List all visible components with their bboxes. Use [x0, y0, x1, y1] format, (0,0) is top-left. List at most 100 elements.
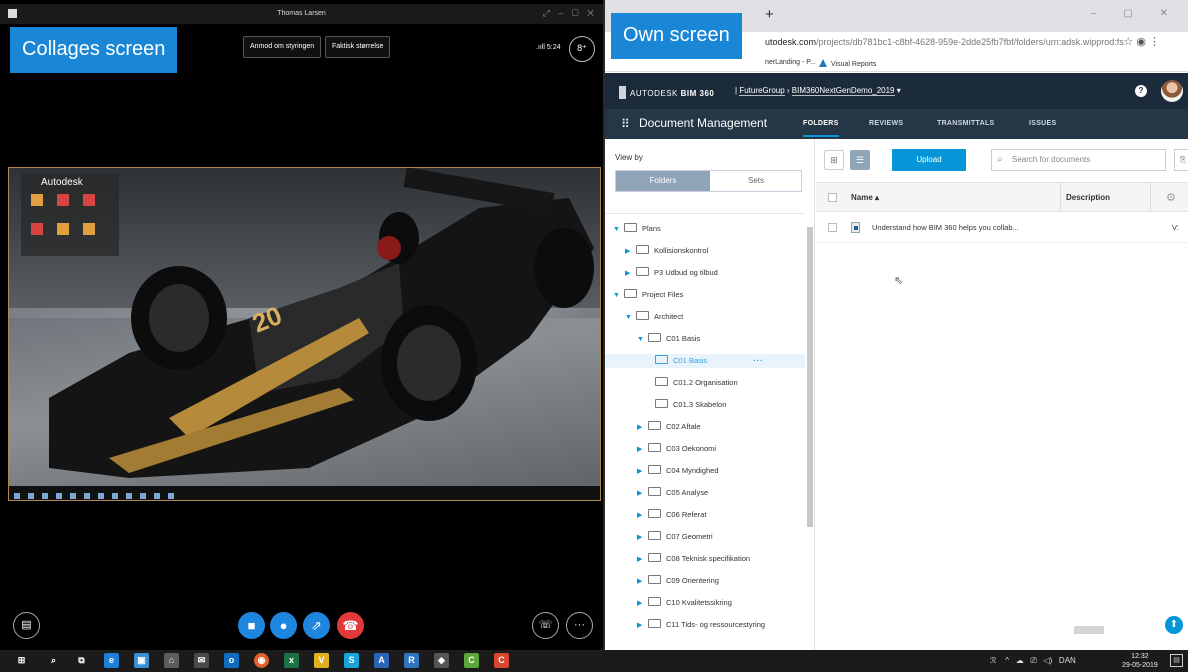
- module-switcher-icon[interactable]: ⠿: [621, 117, 630, 131]
- search-input[interactable]: ⌕ Search for documents: [991, 149, 1166, 171]
- autodesk-logo-icon: [619, 86, 626, 99]
- table-row[interactable]: Understand how BIM 360 helps you collab.…: [816, 213, 1188, 243]
- skype-titlebar: Thomas Larsen ⤢ – ▢ ✕: [0, 4, 603, 24]
- notifications-icon[interactable]: ▤: [1170, 654, 1183, 667]
- view-by-label: View by: [615, 153, 643, 162]
- help-icon[interactable]: ?: [1135, 85, 1147, 97]
- tree-node-c06[interactable]: ▶ C06 Referat: [637, 508, 706, 522]
- autodesk-a-icon[interactable]: A: [374, 653, 389, 668]
- store-icon[interactable]: ⌂: [164, 653, 179, 668]
- search-icon[interactable]: ⌕: [46, 653, 61, 668]
- participants-icon[interactable]: 8⁺: [569, 36, 595, 62]
- view-sets-button[interactable]: Sets: [710, 171, 802, 191]
- file-explorer-icon[interactable]: ▣: [134, 653, 149, 668]
- mouse-cursor-icon: ⇖: [894, 275, 904, 287]
- bookmark-star-icon[interactable]: ☆ ◉ ⋮: [1123, 35, 1160, 48]
- c-green-icon[interactable]: C: [464, 653, 479, 668]
- horizontal-scrollbar[interactable]: [1074, 626, 1104, 634]
- desktop-icons[interactable]: [27, 190, 107, 248]
- tree-node-c02[interactable]: ▶ C02 Aftale: [637, 420, 701, 434]
- bookmark-landing[interactable]: nerLanding - P...: [765, 59, 816, 66]
- row-checkbox[interactable]: [828, 223, 837, 232]
- tree-node-c11[interactable]: ▶ C11 Tids- og ressourcestyring: [637, 618, 765, 632]
- tree-node-c01-basis[interactable]: ▼ C01 Basis: [637, 332, 700, 346]
- excel-icon[interactable]: x: [284, 653, 299, 668]
- new-tab-icon[interactable]: +: [765, 6, 774, 23]
- vectorworks-icon[interactable]: V: [314, 653, 329, 668]
- tree-node-c01-3[interactable]: C01.3 Skabelon: [652, 398, 726, 412]
- folder-icon: [655, 355, 668, 364]
- own-screen-label: Own screen: [611, 13, 742, 59]
- project-breadcrumb[interactable]: | FutureGroup › BIM360NextGenDemo_2019 ▾: [735, 86, 901, 96]
- tree-node-architect[interactable]: ▼ Architect: [625, 310, 683, 324]
- tree-node-c07[interactable]: ▶ C07 Geometri: [637, 530, 713, 544]
- view-folders-button[interactable]: Folders: [616, 171, 710, 191]
- tree-node-plans[interactable]: ▼ Plans: [613, 222, 661, 236]
- list-view-icon[interactable]: ☰: [850, 150, 870, 170]
- share-screen-icon[interactable]: ⇗: [303, 612, 330, 639]
- folder-icon: [648, 619, 661, 628]
- windows-start-icon[interactable]: ⊞: [14, 653, 29, 668]
- tree-node-c09[interactable]: ▶ C09 Orientering: [637, 574, 719, 588]
- tab-folders[interactable]: FOLDERS: [803, 120, 839, 137]
- tree-node-p3[interactable]: ▶ P3 Udbud og tilbud: [625, 266, 718, 280]
- select-all-checkbox[interactable]: [828, 193, 837, 202]
- tab-issues[interactable]: ISSUES: [1029, 120, 1056, 127]
- more-options-icon[interactable]: ···: [566, 612, 593, 639]
- tree-node-c08[interactable]: ▶ C08 Teknisk specifikation: [637, 552, 750, 566]
- tree-node-c01-basis-selected[interactable]: C01 Basis ···: [605, 354, 805, 368]
- mail-icon[interactable]: ✉: [194, 653, 209, 668]
- edge-icon[interactable]: e: [104, 653, 119, 668]
- call-controls: ▤ ■ ● ⇗ ☎ ☏ ···: [0, 604, 603, 648]
- tree-node-c03[interactable]: ▶ C03 Oekonomi: [637, 442, 716, 456]
- outlook-icon[interactable]: o: [224, 653, 239, 668]
- user-avatar[interactable]: [1161, 80, 1183, 102]
- tree-node-kollisionskontrol[interactable]: ▶ Kollisionskontrol: [625, 244, 708, 258]
- browser-window: + – ▢ ✕ utodesk.com/projects/db781bc1-c8…: [603, 0, 1188, 650]
- folder-tree-scrollbar[interactable]: [806, 221, 814, 641]
- tree-node-c04[interactable]: ▶ C04 Myndighed: [637, 464, 719, 478]
- folder-panel: View by Folders Sets ▼ Plans ▶ Kollisionsk…: [605, 139, 815, 650]
- bookmark-visual-reports[interactable]: Visual Reports: [819, 59, 876, 68]
- app-icon[interactable]: ◆: [434, 653, 449, 668]
- grid-view-icon[interactable]: ⊞: [824, 150, 844, 170]
- column-settings-icon[interactable]: ⚙: [1166, 191, 1176, 204]
- taskbar-clock[interactable]: 12:32 29-05-2019: [1122, 652, 1158, 670]
- video-icon[interactable]: ■: [238, 612, 265, 639]
- tab-reviews[interactable]: REVIEWS: [869, 120, 903, 127]
- folder-icon: [636, 245, 649, 254]
- device-settings-icon[interactable]: ☏: [532, 612, 559, 639]
- folder-icon: [636, 267, 649, 276]
- tree-node-project-files[interactable]: ▼ Project Files: [613, 288, 683, 302]
- windows-taskbar: ⊞ ⌕ ⧉ e ▣ ⌂ ✉ o ◉ x V S A R ◆ C C ℛ ^ ☁ …: [0, 650, 1188, 672]
- folder-icon: [648, 531, 661, 540]
- tree-node-c10[interactable]: ▶ C10 Kvalitetssikring: [637, 596, 732, 610]
- more-actions-icon[interactable]: ···: [753, 356, 764, 365]
- revit-icon[interactable]: R: [404, 653, 419, 668]
- collages-screen-label: Collages screen: [10, 27, 178, 73]
- bim360-brand[interactable]: AUTODESK BIM 360: [619, 86, 714, 99]
- file-name[interactable]: Understand how BIM 360 helps you collab.…: [872, 223, 1019, 232]
- hang-up-icon[interactable]: ☎: [337, 612, 364, 639]
- help-fab-icon[interactable]: ⬆: [1165, 616, 1183, 634]
- microphone-icon[interactable]: ●: [270, 612, 297, 639]
- folder-icon: [648, 597, 661, 606]
- column-description[interactable]: Description: [1066, 193, 1110, 202]
- chat-icon[interactable]: ▤: [13, 612, 40, 639]
- task-view-icon[interactable]: ⧉: [74, 653, 89, 668]
- column-name[interactable]: Name ▴: [851, 193, 879, 202]
- request-control-button[interactable]: Anmod om styringen: [243, 36, 322, 58]
- tree-node-c01-2[interactable]: C01.2 Organisation: [652, 376, 738, 390]
- chrome-icon[interactable]: ◉: [254, 653, 269, 668]
- skype-icon[interactable]: S: [344, 653, 359, 668]
- window-controls[interactable]: ⤢ – ▢ ✕: [543, 8, 597, 19]
- c-red-icon[interactable]: C: [494, 653, 509, 668]
- tab-transmittals[interactable]: TRANSMITTALS: [937, 120, 995, 127]
- url-text[interactable]: utodesk.com/projects/db781bc1-c8bf-4628-…: [765, 37, 1125, 47]
- system-tray[interactable]: ℛ ^ ☁ ⎚ ◁) DAN: [990, 656, 1076, 666]
- upload-button[interactable]: Upload: [892, 149, 966, 171]
- tree-node-c05[interactable]: ▶ C05 Analyse: [637, 486, 708, 500]
- actual-size-button[interactable]: Faktisk størrelse: [325, 36, 391, 58]
- browser-window-controls[interactable]: – ▢ ✕: [1091, 8, 1180, 19]
- export-icon[interactable]: ⎘: [1174, 149, 1188, 171]
